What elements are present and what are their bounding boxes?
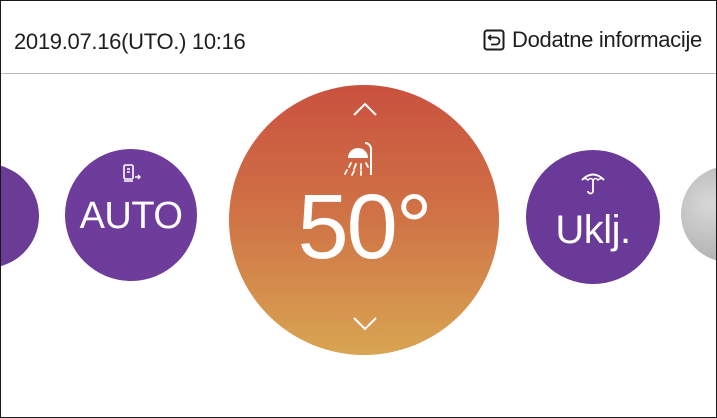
date-time: 2019.07.16(UTO.) 10:16 bbox=[14, 29, 246, 54]
control-panel-screen: 2019.07.16(UTO.) 10:16 Dodatne informaci… bbox=[0, 0, 717, 418]
mode-auto-button[interactable]: AUTO bbox=[65, 149, 197, 281]
temperature-value: 50° bbox=[297, 176, 432, 278]
previous-option-circle[interactable] bbox=[1, 164, 39, 268]
hot-water-temperature-control: 50° bbox=[229, 85, 499, 355]
power-label: Uklj. bbox=[555, 208, 631, 252]
chevron-down-icon[interactable] bbox=[351, 315, 379, 333]
additional-info-button[interactable]: Dodatne informacije bbox=[483, 27, 702, 53]
mode-label: AUTO bbox=[79, 195, 183, 237]
shower-icon bbox=[344, 142, 372, 176]
power-on-button[interactable]: Uklj. bbox=[526, 150, 660, 284]
additional-info-label: Dodatne informacije bbox=[512, 27, 702, 52]
chevron-up-icon[interactable] bbox=[351, 100, 379, 118]
next-option-circle[interactable] bbox=[681, 166, 716, 262]
back-arrow-icon bbox=[483, 29, 505, 51]
header-divider bbox=[1, 73, 716, 74]
umbrella-icon bbox=[581, 173, 605, 195]
thermostat-auto-icon bbox=[123, 164, 141, 182]
